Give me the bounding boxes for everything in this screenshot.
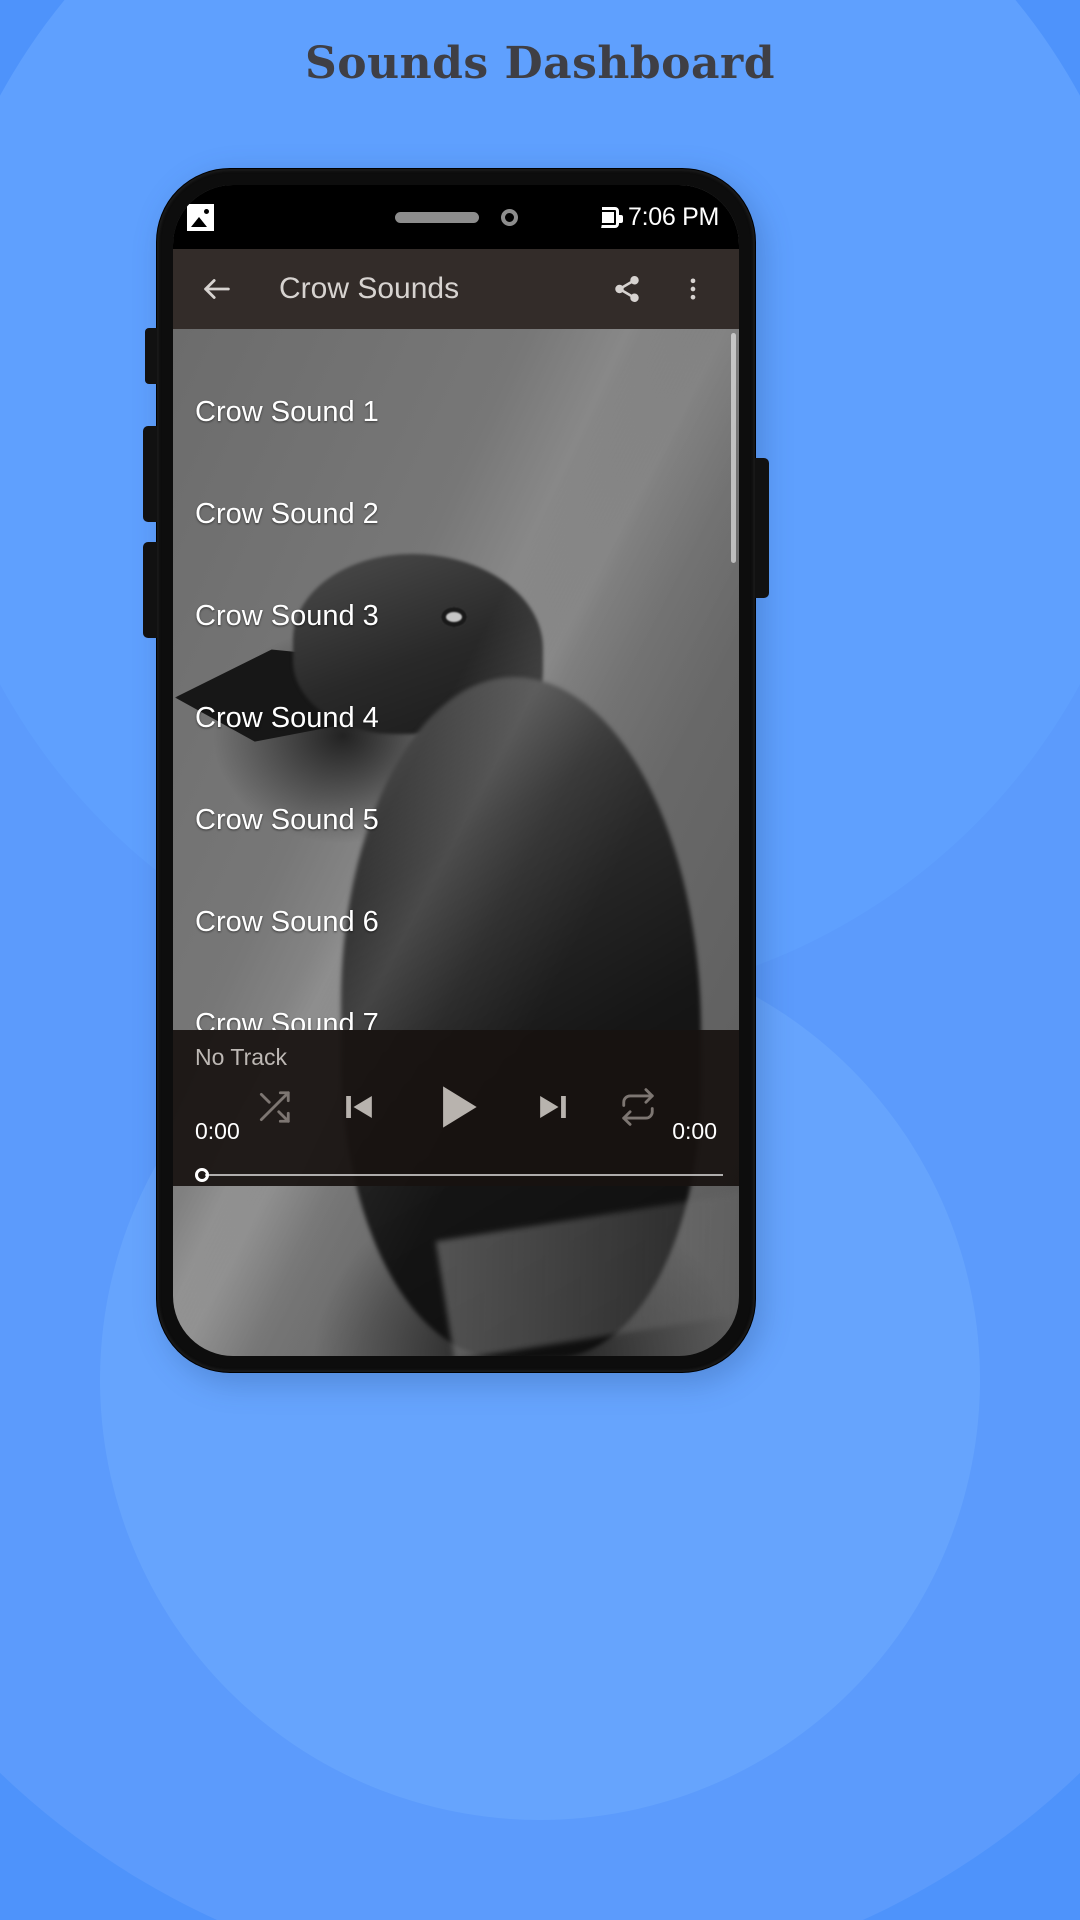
- phone-volume-down-button[interactable]: [143, 542, 157, 638]
- list-item[interactable]: Crow Sound 6: [173, 871, 739, 973]
- status-bar-clock: 7:06 PM: [627, 202, 719, 231]
- app-bar-title: Crow Sounds: [279, 272, 460, 305]
- elapsed-time-label: 0:00: [195, 1118, 240, 1144]
- media-player-bar: No Track 0:00 0:00: [173, 1030, 739, 1186]
- status-bar-left: [187, 203, 214, 231]
- phone-mockup: 0% 7:06 PM Crow Soun: [143, 168, 769, 1385]
- phone-power-button[interactable]: [755, 458, 769, 598]
- list-item[interactable]: Crow Sound 4: [173, 667, 739, 769]
- bottom-photo-region: [173, 1186, 739, 1356]
- front-camera-icon: [500, 208, 518, 226]
- back-arrow-icon[interactable]: [195, 267, 239, 311]
- list-item-label: Crow Sound 6: [195, 905, 379, 938]
- overflow-menu-icon[interactable]: [671, 267, 715, 311]
- list-item-label: Crow Sound 2: [195, 497, 379, 530]
- list-item[interactable]: Crow Sound 7: [173, 973, 739, 1031]
- phone-volume-up-button[interactable]: [143, 426, 157, 522]
- list-item[interactable]: Crow Sound 1: [173, 361, 739, 463]
- page-root: Sounds Dashboard 7:06 PM Crow Sounds Cro…: [0, 0, 1080, 1920]
- total-time-label: 0:00: [672, 1118, 717, 1144]
- list-item-label: Crow Sound 4: [195, 701, 379, 734]
- player-times: 0:00 0:00: [195, 1118, 717, 1145]
- app-screen: 0% 7:06 PM Crow Soun: [173, 185, 739, 1356]
- list-item-label: Crow Sound 7: [195, 1007, 379, 1031]
- list-item[interactable]: Crow Sound 3: [173, 565, 739, 667]
- phone-mute-switch[interactable]: [145, 328, 157, 384]
- image-icon: [187, 203, 214, 231]
- sound-list-area[interactable]: Crow Sound 1 Crow Sound 2 Crow Sound 3 C…: [173, 329, 739, 1030]
- scrollbar[interactable]: [731, 333, 736, 563]
- list-item[interactable]: Crow Sound 2: [173, 463, 739, 565]
- phone-notch: [310, 185, 602, 249]
- seek-bar[interactable]: [195, 1168, 723, 1182]
- app-bar: Crow Sounds: [173, 249, 739, 329]
- list-item[interactable]: Crow Sound 5: [173, 769, 739, 871]
- earpiece-speaker-icon: [394, 211, 479, 223]
- page-title: Sounds Dashboard: [305, 38, 775, 89]
- seek-bar-thumb[interactable]: [195, 1168, 209, 1182]
- sound-list: Crow Sound 1 Crow Sound 2 Crow Sound 3 C…: [173, 329, 739, 1031]
- phone-screen: 0% 7:06 PM Crow Soun: [173, 185, 739, 1356]
- seek-bar-track: [205, 1174, 723, 1176]
- list-item-label: Crow Sound 5: [195, 803, 379, 836]
- list-item-label: Crow Sound 3: [195, 599, 379, 632]
- list-item-label: Crow Sound 1: [195, 395, 379, 428]
- player-track-title: No Track: [195, 1044, 288, 1070]
- share-icon[interactable]: [605, 267, 649, 311]
